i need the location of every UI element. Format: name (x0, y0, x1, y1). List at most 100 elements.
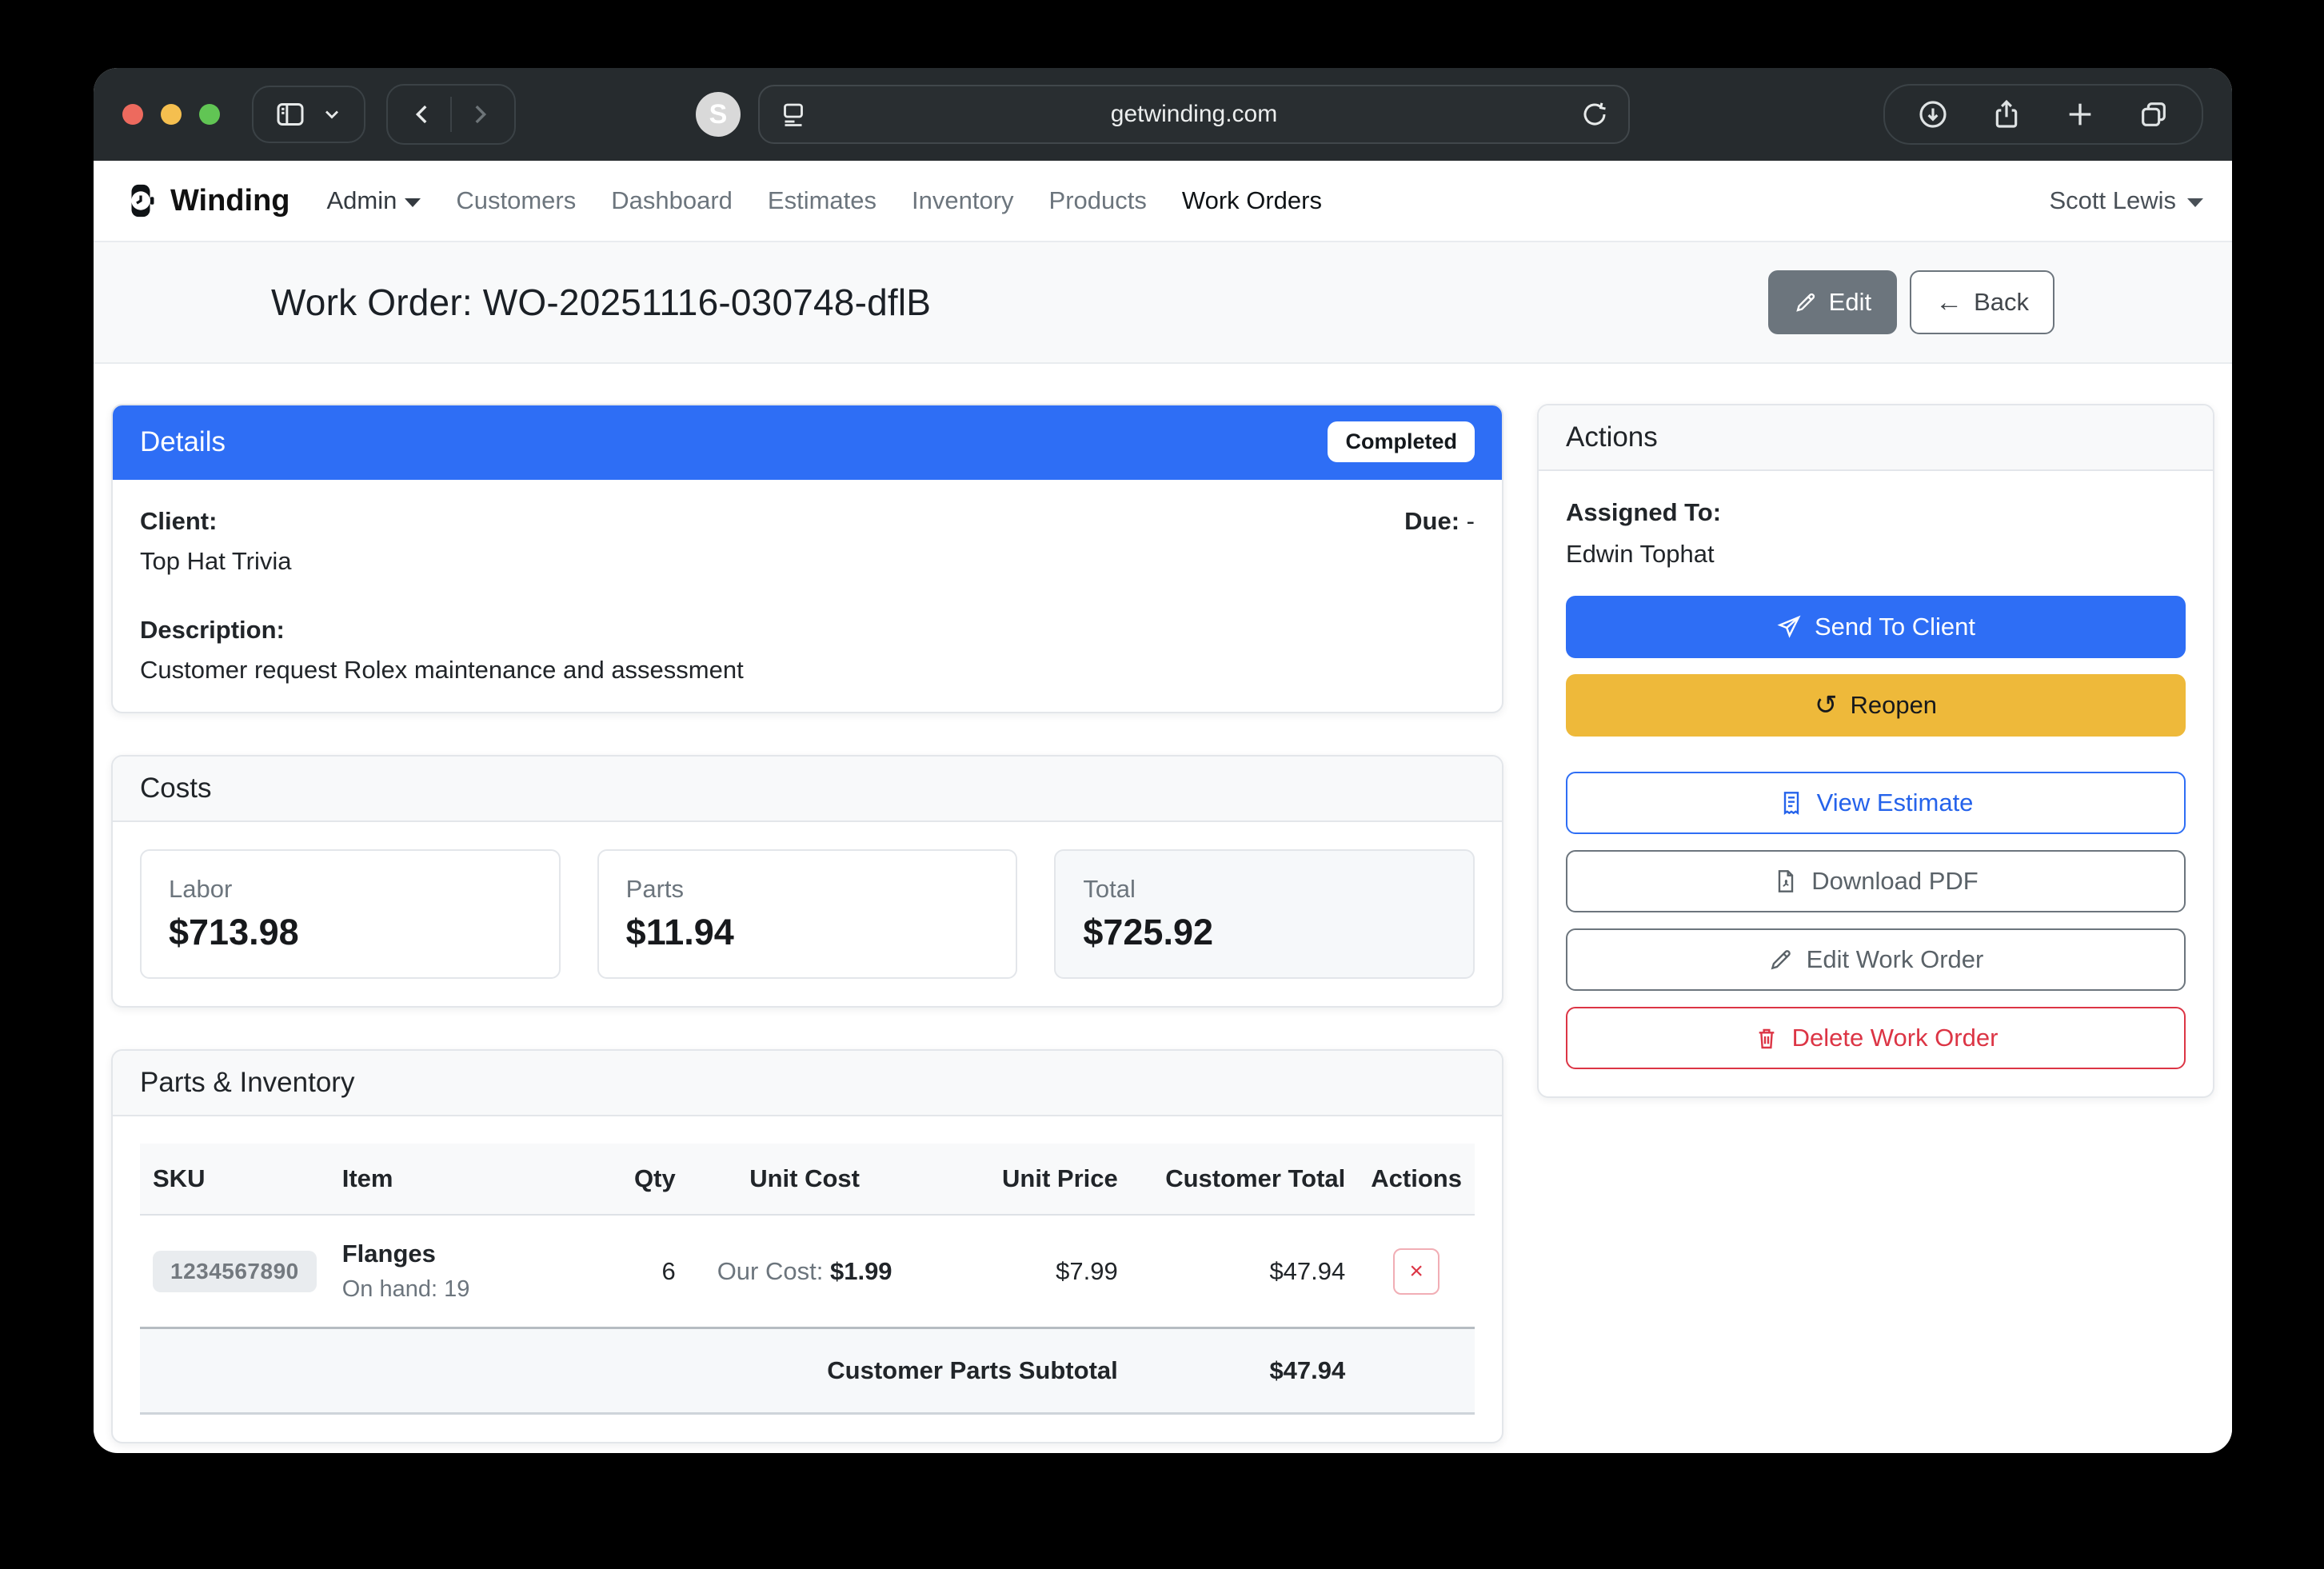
app-navbar: Winding Admin Customers Dashboard Estima… (94, 161, 2232, 242)
parts-label: Parts (626, 875, 989, 904)
total-value: $725.92 (1083, 912, 1446, 953)
col-unit-cost: Unit Cost (689, 1144, 921, 1215)
back-nav-icon[interactable] (409, 101, 436, 128)
subtotal-row: Customer Parts Subtotal $47.94 (140, 1328, 1475, 1414)
costs-title: Costs (140, 773, 211, 804)
our-cost-value: $1.99 (830, 1257, 892, 1285)
item-name: Flanges (342, 1240, 581, 1268)
nav-item-work-orders[interactable]: Work Orders (1182, 186, 1322, 215)
nav-item-products[interactable]: Products (1049, 186, 1147, 215)
customer-total-cell: $47.94 (1131, 1215, 1359, 1328)
url-text[interactable]: getwinding.com (808, 101, 1580, 128)
nav-item-inventory[interactable]: Inventory (912, 186, 1014, 215)
paper-plane-icon (1776, 614, 1802, 640)
details-card-body: Client: Top Hat Trivia Due: - Descriptio… (113, 480, 1502, 712)
description-value: Customer request Rolex maintenance and a… (140, 656, 1475, 685)
sidebar-icon (274, 98, 306, 130)
nav-item-estimates[interactable]: Estimates (768, 186, 876, 215)
reader-mode-icon[interactable] (779, 100, 808, 129)
parts-card-body: SKU Item Qty Unit Cost Unit Price Custom… (113, 1116, 1502, 1442)
status-badge: Completed (1328, 421, 1475, 462)
table-header-row: SKU Item Qty Unit Cost Unit Price Custom… (140, 1144, 1475, 1215)
forward-nav-icon[interactable] (466, 101, 493, 128)
nav-item-dashboard[interactable]: Dashboard (611, 186, 733, 215)
new-tab-icon[interactable] (2064, 98, 2096, 130)
right-column: Actions Assigned To: Edwin Tophat Send T… (1537, 404, 2214, 1443)
remove-part-button[interactable]: × (1393, 1248, 1440, 1295)
brand[interactable]: Winding (122, 182, 290, 219)
parts-value: $11.94 (626, 912, 989, 953)
actions-cell: × (1358, 1215, 1475, 1328)
subtotal-empty-cell (1358, 1328, 1475, 1414)
address-bar[interactable]: getwinding.com (758, 85, 1630, 144)
send-to-client-label: Send To Client (1815, 613, 1975, 641)
client-block: Client: Top Hat Trivia (140, 507, 292, 576)
edit-work-order-label: Edit Work Order (1807, 945, 1984, 974)
reload-icon[interactable] (1580, 100, 1609, 129)
description-block: Description: Customer request Rolex main… (140, 616, 1475, 685)
reopen-button[interactable]: ↺ Reopen (1566, 674, 2186, 737)
user-menu[interactable]: Scott Lewis (2049, 186, 2203, 215)
extension-badge[interactable]: S (696, 92, 741, 137)
edit-button-label: Edit (1829, 288, 1871, 317)
pencil-icon (1794, 290, 1818, 314)
sidebar-toggle[interactable] (252, 86, 365, 143)
chevron-down-icon (321, 103, 343, 126)
parts-card-header: Parts & Inventory (113, 1051, 1502, 1116)
client-value: Top Hat Trivia (140, 547, 292, 576)
assigned-to-label: Assigned To: (1566, 498, 2186, 527)
labor-cost-box: Labor $713.98 (140, 849, 561, 979)
delete-work-order-button[interactable]: Delete Work Order (1566, 1007, 2186, 1069)
costs-card-header: Costs (113, 757, 1502, 822)
watch-icon (122, 182, 159, 219)
address-area: S getwinding.com (696, 85, 1630, 144)
due-value: - (1467, 507, 1475, 535)
back-button-label: Back (1974, 288, 2029, 317)
toolbar-right-cluster (1883, 84, 2203, 145)
nav-item-customers[interactable]: Customers (456, 186, 576, 215)
due-label: Due: (1404, 507, 1459, 535)
edit-work-order-button[interactable]: Edit Work Order (1566, 928, 2186, 991)
reopen-label: Reopen (1850, 691, 1937, 720)
download-pdf-button[interactable]: Download PDF (1566, 850, 2186, 912)
sku-badge: 1234567890 (153, 1251, 317, 1292)
zoom-window-button[interactable] (199, 104, 220, 125)
our-cost-label: Our Cost: (717, 1257, 824, 1285)
toolbar-divider (450, 97, 452, 132)
parts-cost-box: Parts $11.94 (597, 849, 1018, 979)
delete-work-order-label: Delete Work Order (1792, 1024, 1999, 1052)
actions-card-body: Assigned To: Edwin Tophat Send To Client (1539, 471, 2213, 1096)
nav-item-admin[interactable]: Admin (327, 186, 421, 215)
download-pdf-label: Download PDF (1811, 867, 1978, 896)
client-label: Client: (140, 507, 292, 536)
description-label: Description: (140, 616, 1475, 645)
sku-cell: 1234567890 (140, 1215, 329, 1328)
trash-icon (1754, 1025, 1779, 1051)
parts-inventory-card: Parts & Inventory SKU Item (111, 1049, 1503, 1443)
col-customer-total: Customer Total (1131, 1144, 1359, 1215)
tab-overview-icon[interactable] (2138, 98, 2170, 130)
close-window-button[interactable] (122, 104, 143, 125)
col-qty: Qty (594, 1144, 689, 1215)
table-row: 1234567890 Flanges On hand: 19 6 Our Cos… (140, 1215, 1475, 1328)
assignee-name: Edwin Tophat (1566, 540, 2186, 569)
col-sku: SKU (140, 1144, 329, 1215)
browser-window: S getwinding.com (94, 68, 2232, 1453)
brand-name: Winding (170, 184, 290, 218)
minimize-window-button[interactable] (161, 104, 182, 125)
labor-value: $713.98 (169, 912, 532, 953)
unit-price-cell: $7.99 (921, 1215, 1131, 1328)
edit-button[interactable]: Edit (1768, 270, 1897, 334)
back-button[interactable]: ← Back (1910, 270, 2054, 334)
reopen-icon: ↺ (1815, 692, 1838, 719)
send-to-client-button[interactable]: Send To Client (1566, 596, 2186, 658)
share-icon[interactable] (1991, 98, 2023, 130)
on-hand-note: On hand: 19 (342, 1276, 581, 1303)
details-card: Details Completed Client: Top Hat Trivia… (111, 404, 1503, 713)
browser-toolbar: S getwinding.com (94, 68, 2232, 161)
parts-table: SKU Item Qty Unit Cost Unit Price Custom… (140, 1144, 1475, 1415)
labor-label: Labor (169, 875, 532, 904)
downloads-icon[interactable] (1917, 98, 1949, 130)
view-estimate-button[interactable]: View Estimate (1566, 772, 2186, 834)
desktop-background: S getwinding.com (0, 0, 2324, 1569)
